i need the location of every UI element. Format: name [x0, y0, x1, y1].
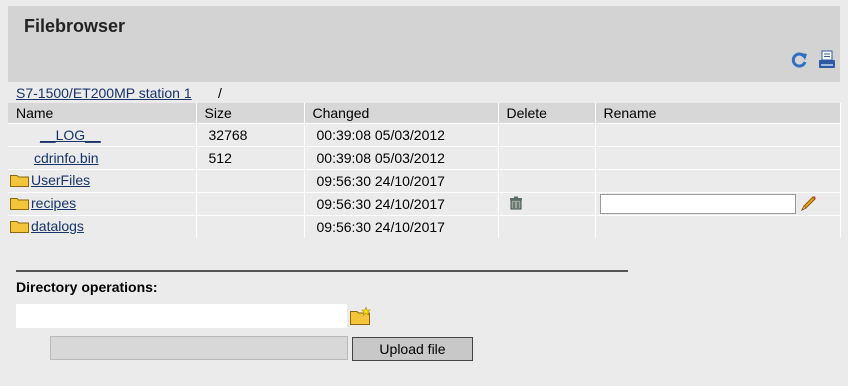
page-title: Filebrowser: [24, 16, 126, 36]
file-changed-cell: 09:56:30 24/10/2017: [304, 192, 499, 216]
breadcrumb-link-station[interactable]: S7-1500/ET200MP station 1: [16, 85, 192, 101]
folder-icon: [10, 220, 29, 233]
delete-cell: [498, 192, 596, 216]
table-row: cdrinfo.bin 512 00:39:08 05/03/2012: [8, 146, 841, 170]
delete-cell: [498, 169, 596, 193]
file-size-cell: [196, 192, 305, 216]
file-changed: 00:39:08 05/03/2012: [316, 127, 445, 143]
delete-cell: [498, 215, 596, 238]
breadcrumb: S7-1500/ET200MP station 1 /: [8, 82, 840, 103]
file-changed-cell: 00:39:08 05/03/2012: [304, 123, 499, 147]
folder-entry: recipes: [8, 195, 76, 211]
folder-name-cell: datalogs: [8, 215, 197, 238]
upload-file-input[interactable]: [50, 336, 348, 360]
file-changed: 09:56:30 24/10/2017: [316, 173, 445, 189]
folder-link-recipes[interactable]: recipes: [31, 195, 76, 211]
header: Filebrowser: [8, 6, 840, 82]
file-name-cell: __LOG__: [8, 123, 197, 147]
table-row: __LOG__ 32768 00:39:08 05/03/2012: [8, 123, 841, 147]
delete-cell: [498, 123, 596, 147]
rename-cell: [595, 146, 841, 170]
file-size-cell: 32768: [196, 123, 305, 147]
file-size: 512: [208, 150, 232, 166]
file-table: Name Size Changed Delete Rename __LOG__ …: [8, 103, 841, 238]
table-row: datalogs 09:56:30 24/10/2017: [8, 215, 841, 238]
file-size-cell: 512: [196, 146, 305, 170]
file-changed: 00:39:08 05/03/2012: [316, 150, 445, 166]
rename-cell: [595, 192, 841, 216]
new-directory-input[interactable]: [16, 304, 347, 328]
file-name-cell: cdrinfo.bin: [8, 146, 197, 170]
section-divider: [16, 270, 628, 272]
file-size: [197, 173, 209, 189]
file-changed: 09:56:30 24/10/2017: [316, 196, 445, 212]
folder-link-datalogs[interactable]: datalogs: [31, 218, 84, 234]
file-size: [197, 196, 209, 212]
pencil-icon[interactable]: [798, 194, 818, 214]
rename-control: [596, 194, 840, 214]
folder-link-userfiles[interactable]: UserFiles: [31, 172, 90, 188]
rename-input[interactable]: [599, 194, 796, 214]
file-changed-cell: 09:56:30 24/10/2017: [304, 169, 499, 193]
file-size-cell: [196, 169, 305, 193]
folder-entry: UserFiles: [8, 172, 90, 188]
folder-name-cell: recipes: [8, 192, 197, 216]
print-icon[interactable]: [818, 50, 836, 70]
column-header-changed: Changed: [304, 103, 499, 124]
rename-cell: [595, 169, 841, 193]
breadcrumb-separator: /: [218, 85, 222, 101]
column-header-delete: Delete: [498, 103, 596, 124]
table-header-row: Name Size Changed Delete Rename: [8, 103, 841, 124]
table-row: recipes 09:56:30 24/10/2017: [8, 192, 841, 216]
column-header-name: Name: [8, 103, 197, 124]
refresh-icon[interactable]: [790, 50, 808, 70]
new-folder-icon[interactable]: [350, 307, 372, 325]
column-header-size: Size: [196, 103, 305, 124]
rename-cell: [595, 123, 841, 147]
column-header-rename: Rename: [595, 103, 841, 124]
folder-name-cell: UserFiles: [8, 169, 197, 193]
directory-operations-title: Directory operations:: [16, 279, 158, 295]
file-changed-cell: 09:56:30 24/10/2017: [304, 215, 499, 238]
rename-cell: [595, 215, 841, 238]
file-size: 32768: [208, 127, 248, 143]
table-row: UserFiles 09:56:30 24/10/2017: [8, 169, 841, 193]
folder-entry: datalogs: [8, 218, 84, 234]
folder-icon: [10, 197, 29, 210]
file-size: [197, 219, 209, 235]
trash-icon[interactable]: [509, 196, 523, 210]
file-link-cdrinfo[interactable]: cdrinfo.bin: [8, 150, 99, 166]
upload-file-button[interactable]: Upload file: [352, 337, 473, 361]
file-changed-cell: 00:39:08 05/03/2012: [304, 146, 499, 170]
file-size-cell: [196, 215, 305, 238]
file-link-log[interactable]: __LOG__: [8, 127, 101, 143]
delete-cell: [498, 146, 596, 170]
folder-icon: [10, 174, 29, 187]
file-changed: 09:56:30 24/10/2017: [316, 219, 445, 235]
